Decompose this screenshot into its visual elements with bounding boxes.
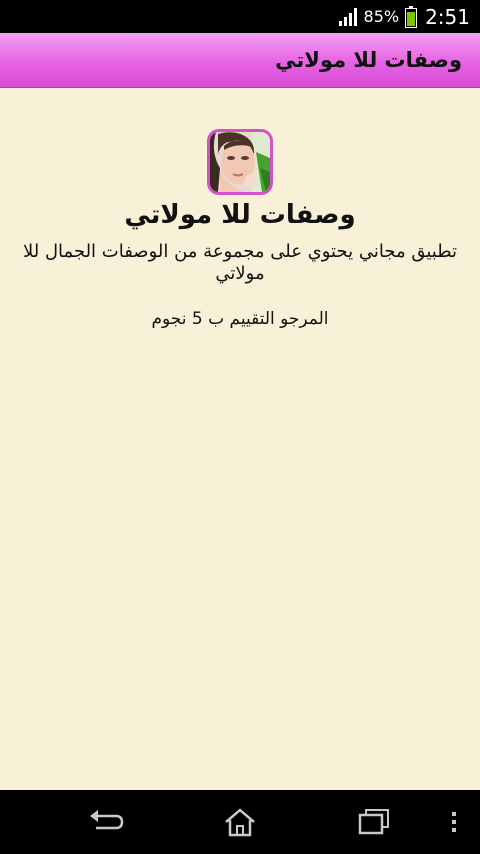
rating-note: المرجو التقييم ب 5 نجوم [151, 309, 329, 329]
app-icon [207, 129, 273, 195]
battery-percent: 85% [363, 7, 400, 26]
overflow-menu-icon [452, 812, 456, 832]
status-icons: 85% 2:51 [338, 0, 470, 33]
woman-face-icon [210, 132, 270, 192]
main-content: وصفات للا مولاتي تطبيق مجاني يحتوي على م… [0, 88, 480, 790]
app-description: تطبيق مجاني يحتوي على مجموعة من الوصفات … [23, 241, 457, 284]
navigation-bar [0, 790, 480, 854]
home-icon [225, 808, 255, 837]
back-button[interactable] [86, 806, 126, 838]
recents-button[interactable] [354, 806, 394, 838]
screen: 85% 2:51 وصفات للا مولاتي وصفات للا مولا… [0, 0, 480, 854]
recents-icon [358, 809, 389, 835]
overflow-menu-button[interactable] [444, 806, 464, 838]
signal-icon [338, 7, 358, 27]
clock: 2:51 [425, 4, 470, 29]
home-button[interactable] [220, 806, 260, 838]
app-heading: وصفات للا مولاتي [124, 200, 356, 230]
action-bar: وصفات للا مولاتي [0, 33, 480, 88]
action-bar-title: وصفات للا مولاتي [275, 48, 462, 72]
status-bar: 85% 2:51 [0, 0, 480, 33]
back-icon [90, 810, 124, 830]
battery-icon [405, 5, 418, 28]
